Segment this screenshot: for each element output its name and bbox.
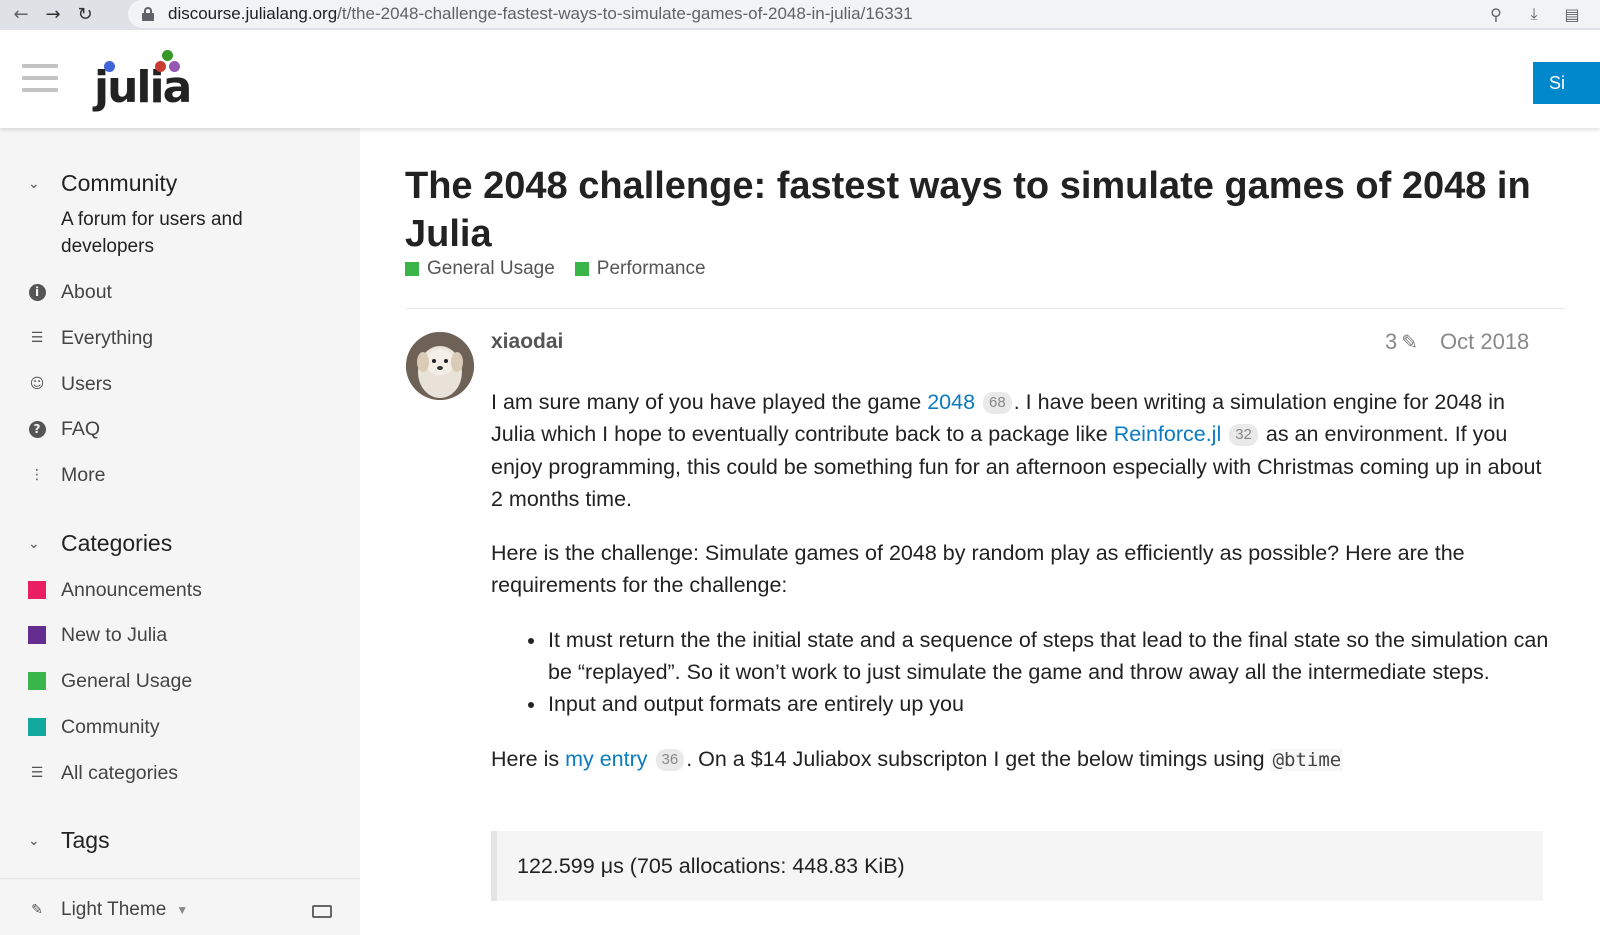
site-header: julia Si — [0, 32, 1600, 128]
link-reinforce[interactable]: Reinforce.jl — [1114, 422, 1222, 446]
signup-button[interactable]: Si — [1533, 62, 1600, 104]
sidebar-item-about[interactable]: i About — [28, 278, 112, 306]
logo-dot-green — [162, 50, 173, 61]
sidebar-section-tags[interactable]: ⌄ Tags — [28, 827, 110, 854]
list-item: It must return the the initial state and… — [528, 624, 1551, 689]
translate-icon[interactable]: ▤ — [1562, 5, 1582, 24]
topic-main: The 2048 challenge: fastest ways to simu… — [405, 128, 1600, 935]
avatar-image — [406, 332, 474, 400]
julia-logo[interactable]: julia — [94, 46, 194, 116]
link-2048[interactable]: 2048 — [927, 390, 975, 414]
browser-toolbar: ← → ↻ discourse.julialang.org/t/the-2048… — [0, 0, 1600, 30]
list-icon: ☰ — [30, 765, 44, 781]
brush-icon: ✎ — [31, 902, 43, 918]
lock-icon — [142, 7, 154, 21]
search-icon[interactable]: ⚲ — [1486, 5, 1506, 24]
inline-code: @btime — [1270, 748, 1344, 771]
topic-title[interactable]: The 2048 challenge: fastest ways to simu… — [405, 162, 1600, 258]
sidebar-item-everything[interactable]: ☰ Everything — [28, 324, 153, 352]
theme-selector[interactable]: ✎ Light Theme ▼ — [28, 899, 188, 921]
pencil-icon: ✎ — [1401, 330, 1419, 354]
sidebar-item-general-usage[interactable]: General Usage — [28, 667, 192, 695]
post-meta: 3 ✎ Oct 2018 — [1385, 329, 1529, 355]
install-icon[interactable]: ⤓ — [1524, 4, 1544, 24]
timing-blockquote: 122.599 μs (705 allocations: 448.83 KiB) — [491, 831, 1543, 901]
sidebar-item-more[interactable]: ⋮ More — [28, 461, 105, 489]
category-swatch — [405, 262, 419, 276]
divider — [405, 308, 1565, 309]
link-click-count: 36 — [655, 748, 685, 771]
avatar[interactable] — [406, 332, 474, 400]
sidebar-item-new-to-julia[interactable]: New to Julia — [28, 621, 167, 649]
sidebar-item-announcements[interactable]: Announcements — [28, 576, 202, 604]
post-date[interactable]: Oct 2018 — [1440, 329, 1529, 355]
caret-down-icon: ▼ — [176, 903, 189, 917]
users-icon: ☺ — [29, 376, 45, 392]
sidebar-item-users[interactable]: ☺ Users — [28, 370, 112, 398]
list-item: Input and output formats are entirely up… — [528, 688, 1551, 720]
link-my-entry[interactable]: my entry — [565, 747, 647, 771]
logo-dot-red — [155, 61, 166, 72]
info-icon: i — [28, 283, 46, 301]
category-badge-performance[interactable]: Performance — [574, 258, 706, 280]
hamburger-menu-icon[interactable] — [22, 64, 58, 94]
sidebar: ⌄ Community A forum for users and develo… — [0, 128, 360, 935]
topic-categories: General Usage Performance — [405, 258, 726, 280]
link-click-count: 68 — [983, 392, 1012, 414]
post-username[interactable]: xiaodai — [491, 330, 563, 354]
question-icon: ? — [28, 420, 46, 438]
category-swatch — [28, 581, 46, 599]
chevron-down-icon: ⌄ — [28, 535, 40, 552]
post-body: I am sure many of you have played the ga… — [491, 386, 1551, 798]
post-paragraph: I am sure many of you have played the ga… — [491, 390, 1542, 511]
sidebar-section-categories[interactable]: ⌄ Categories — [28, 530, 172, 557]
sidebar-footer: ✎ Light Theme ▼ — [0, 878, 360, 935]
community-description: A forum for users and developers — [61, 209, 243, 257]
layers-icon: ☰ — [30, 330, 44, 346]
sidebar-item-community[interactable]: Community — [28, 713, 160, 741]
sidebar-section-community[interactable]: ⌄ Community — [28, 170, 177, 197]
category-swatch — [28, 718, 46, 736]
requirements-list: It must return the the initial state and… — [528, 624, 1551, 721]
reload-icon[interactable]: ↻ — [74, 4, 96, 26]
chevron-down-icon: ⌄ — [28, 832, 40, 849]
logo-dot-blue — [104, 61, 115, 72]
category-swatch — [28, 626, 46, 644]
category-badge-general-usage[interactable]: General Usage — [405, 258, 555, 280]
sidebar-item-faq[interactable]: ? FAQ — [28, 415, 100, 443]
address-bar[interactable]: discourse.julialang.org/t/the-2048-chall… — [128, 0, 1600, 28]
keyboard-icon[interactable] — [312, 905, 332, 918]
chevron-down-icon: ⌄ — [28, 175, 40, 192]
url-text[interactable]: discourse.julialang.org/t/the-2048-chall… — [168, 4, 913, 24]
post-paragraph: Here is my entry 36. On a $14 Juliabox s… — [491, 746, 1344, 771]
link-click-count: 32 — [1229, 424, 1258, 447]
category-swatch — [28, 672, 46, 690]
ellipsis-vertical-icon: ⋮ — [30, 467, 44, 483]
edit-history-button[interactable]: 3 ✎ — [1385, 329, 1418, 355]
forward-arrow-icon[interactable]: → — [42, 4, 64, 26]
category-swatch — [574, 262, 589, 276]
logo-dot-purple — [169, 61, 180, 72]
sidebar-item-all-categories[interactable]: ☰ All categories — [28, 759, 178, 787]
post-paragraph: Here is the challenge: Simulate games of… — [491, 541, 1465, 598]
back-arrow-icon[interactable]: ← — [10, 4, 32, 26]
